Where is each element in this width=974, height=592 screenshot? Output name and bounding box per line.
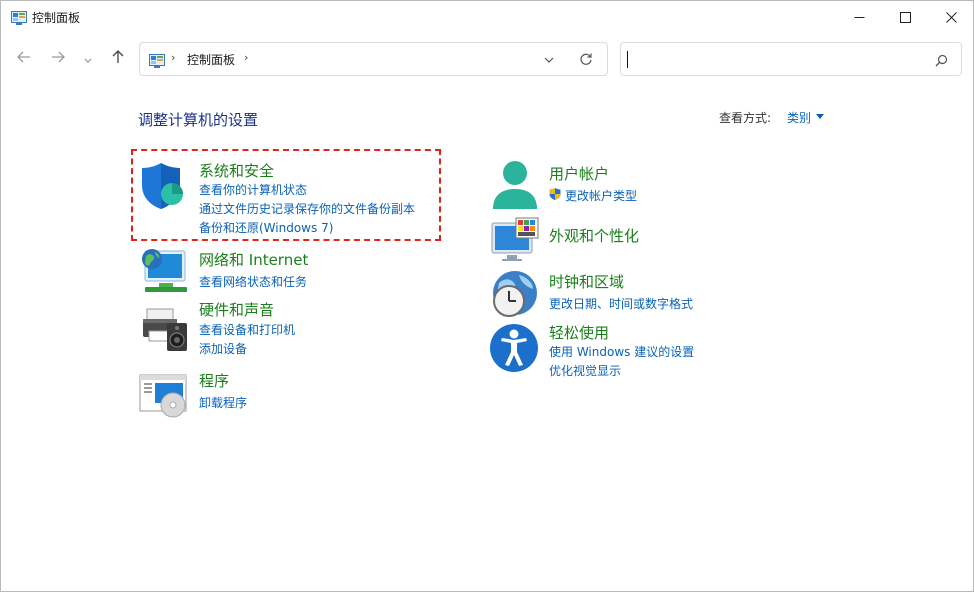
back-button[interactable] (13, 47, 35, 71)
link-uninstall-program[interactable]: 卸载程序 (199, 394, 247, 411)
monitor-palette-icon[interactable] (490, 217, 540, 267)
view-by-label: 查看方式: (719, 111, 772, 125)
link-view-computer-status[interactable]: 查看你的计算机状态 (199, 181, 307, 198)
text-caret (627, 51, 628, 68)
page-title: 调整计算机的设置 (138, 111, 259, 129)
link-view-devices-printers[interactable]: 查看设备和打印机 (199, 321, 295, 338)
control-panel-icon (11, 10, 27, 25)
link-change-date-time-format[interactable]: 更改日期、时间或数字格式 (549, 295, 693, 312)
breadcrumb-separator[interactable]: › (244, 51, 248, 64)
title-bar: 控制面板 (1, 1, 973, 33)
category-title-clock-region[interactable]: 时钟和区域 (549, 271, 624, 292)
search-icon[interactable] (933, 52, 949, 68)
link-backup-restore[interactable]: 备份和还原(Windows 7) (199, 219, 333, 236)
category-title-programs[interactable]: 程序 (199, 370, 229, 391)
maximize-button[interactable] (882, 1, 928, 33)
control-panel-window: 控制面板 › 控制面板 › 调整计算机的设置 查看方式: 类别 系统和安全 查看… (0, 0, 974, 592)
refresh-icon (579, 51, 593, 70)
category-title-user-accounts[interactable]: 用户帐户 (549, 163, 609, 184)
category-title-ease-of-access[interactable]: 轻松使用 (549, 322, 609, 343)
link-add-device[interactable]: 添加设备 (199, 340, 247, 357)
chevron-down-icon (83, 50, 93, 69)
shield-icon[interactable] (139, 161, 187, 215)
link-use-recommended-settings[interactable]: 使用 Windows 建议的设置 (549, 343, 694, 360)
control-panel-icon (149, 53, 165, 68)
close-button[interactable] (928, 1, 974, 33)
user-icon[interactable] (490, 159, 540, 215)
search-input[interactable] (631, 49, 921, 69)
category-title-appearance[interactable]: 外观和个性化 (549, 225, 639, 246)
link-file-history-backup[interactable]: 通过文件历史记录保存你的文件备份副本 (199, 200, 415, 217)
address-bar[interactable]: › 控制面板 › (139, 42, 608, 76)
arrow-right-icon (50, 49, 66, 69)
programs-disc-icon[interactable] (139, 373, 189, 423)
close-icon (945, 8, 957, 27)
breadcrumb-separator[interactable]: › (171, 51, 175, 64)
maximize-icon (899, 8, 911, 27)
printer-speaker-icon[interactable] (139, 305, 189, 357)
category-title-network-internet[interactable]: 网络和 Internet (199, 249, 308, 270)
link-change-account-type[interactable]: 更改帐户类型 (565, 187, 637, 204)
chevron-down-icon (543, 51, 555, 70)
forward-button[interactable] (47, 47, 69, 71)
refresh-button[interactable] (578, 52, 594, 68)
breadcrumb-control-panel[interactable]: 控制面板 (187, 51, 235, 68)
clock-globe-icon[interactable] (489, 269, 541, 325)
arrow-left-icon (16, 49, 32, 69)
triangle-down-icon[interactable] (816, 114, 824, 119)
link-optimize-visual-display[interactable]: 优化视觉显示 (549, 362, 621, 379)
network-globe-icon[interactable] (139, 247, 187, 299)
category-title-system-security[interactable]: 系统和安全 (199, 160, 274, 181)
minimize-icon (854, 8, 865, 27)
arrow-up-icon (110, 49, 126, 69)
search-box[interactable] (620, 42, 962, 76)
accessibility-icon[interactable] (489, 323, 539, 377)
category-title-hardware-sound[interactable]: 硬件和声音 (199, 299, 274, 320)
recent-locations-button[interactable] (81, 47, 95, 71)
shield-uac-icon (548, 186, 562, 205)
window-title: 控制面板 (32, 11, 81, 25)
address-dropdown-button[interactable] (541, 52, 557, 68)
up-button[interactable] (107, 47, 129, 71)
view-by-dropdown[interactable]: 类别 (787, 109, 811, 126)
link-view-network-status[interactable]: 查看网络状态和任务 (199, 273, 307, 290)
minimize-button[interactable] (836, 1, 882, 33)
